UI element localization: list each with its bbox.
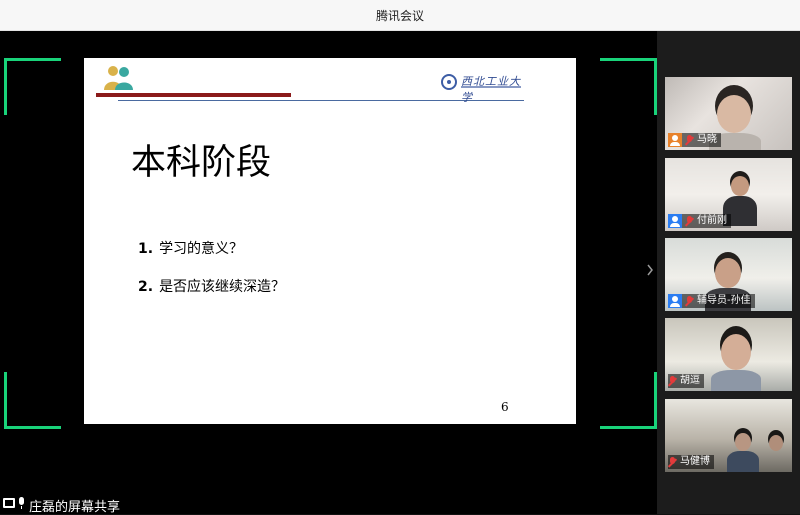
mic-muted-icon [685, 134, 694, 146]
participant-video-tile[interactable]: 辅导员-孙佳 [665, 238, 792, 311]
title-bar: 腾讯会议 [0, 0, 800, 31]
participant-video-tile[interactable]: 胡逗 [665, 318, 792, 391]
participant-face [715, 258, 741, 288]
mic-muted-icon [685, 295, 694, 307]
participant-label: 马健博 [668, 455, 714, 469]
participant-body [711, 370, 761, 391]
participant-label: 辅导员-孙佳 [668, 294, 755, 308]
participant-label: 马晓 [668, 133, 721, 147]
user-icon [668, 133, 682, 147]
user-icon [668, 214, 682, 228]
user-icon [668, 294, 682, 308]
participant-face [721, 334, 751, 370]
list-item-text: 是否应该继续深造？ [159, 279, 286, 295]
participant-video-tile[interactable]: 马健博 [665, 399, 792, 472]
participant-name: 马晓 [697, 134, 717, 145]
participant-video-tile[interactable]: 付前刚 [665, 158, 792, 231]
screen-share-icon[interactable] [3, 498, 15, 508]
participant-video-panel: 马晓 付前刚 辅导员-孙佳 胡逗 马健博 [657, 31, 800, 514]
mic-muted-icon [668, 456, 677, 468]
seal-icon [441, 74, 457, 90]
slide-title: 本科阶段 [131, 143, 272, 183]
participant-label: 胡逗 [668, 374, 704, 388]
share-status-bar: 庄磊的屏幕共享 [0, 495, 657, 515]
participant-body [727, 451, 759, 472]
participant-face [769, 435, 783, 451]
participant-name: 马健博 [680, 456, 710, 467]
list-item-text: 学习的意义？ [159, 241, 244, 257]
slide-list-item: 1. 学习的意义？ [138, 238, 243, 258]
participant-name: 辅导员-孙佳 [697, 295, 751, 306]
participant-name: 付前刚 [697, 215, 727, 226]
microphone-icon[interactable] [18, 497, 25, 509]
share-frame-corner [600, 58, 657, 115]
mic-muted-icon [668, 375, 677, 387]
mic-muted-icon [685, 215, 694, 227]
share-frame-corner [4, 58, 61, 115]
slide-page-number: 6 [501, 400, 509, 414]
participant-video-tile[interactable]: 马晓 [665, 77, 792, 150]
share-frame-corner [600, 372, 657, 429]
participant-face [735, 433, 751, 451]
slide-red-bar [96, 93, 291, 97]
participant-name: 胡逗 [680, 375, 700, 386]
participant-label: 付前刚 [668, 214, 731, 228]
logo-text: 西北工业大学 [461, 75, 521, 104]
list-item-number: 1. [138, 241, 154, 257]
people-icon [104, 66, 133, 90]
participant-face [731, 176, 749, 196]
presentation-slide: 西北工业大学 本科阶段 1. 学习的意义？ 2. 是否应该继续深造？ 6 [84, 58, 576, 424]
window-title: 腾讯会议 [375, 9, 424, 23]
list-item-number: 2. [138, 279, 154, 295]
logo-underline [461, 86, 521, 88]
share-frame-corner [4, 372, 61, 429]
participant-face [717, 95, 751, 133]
university-logo: 西北工业大学 [441, 72, 523, 104]
slide-list-item: 2. 是否应该继续深造？ [138, 276, 285, 296]
share-status-text: 庄磊的屏幕共享 [29, 500, 121, 515]
chevron-right-icon[interactable] [646, 264, 654, 276]
